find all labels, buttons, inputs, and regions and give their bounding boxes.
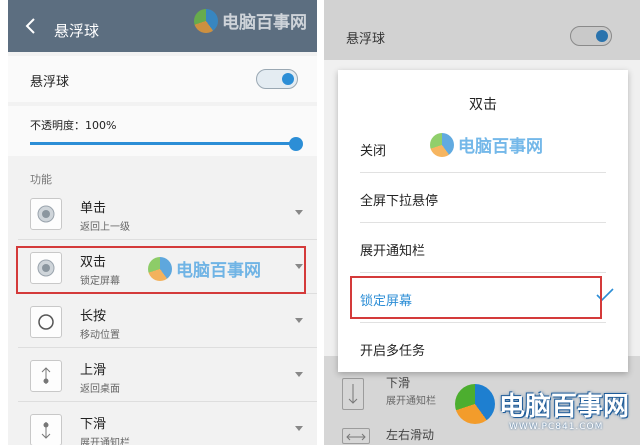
dropdown-caret-icon[interactable] (295, 210, 303, 215)
swipe-down-icon (342, 378, 364, 410)
page-title: 悬浮球 (54, 22, 100, 40)
function-subtitle: 移动位置 (80, 330, 120, 341)
function-subtitle: 返回桌面 (80, 384, 120, 395)
brand-logo-icon (455, 384, 495, 424)
dropdown-caret-icon[interactable] (295, 426, 303, 431)
left-settings-panel: 悬浮球 悬浮球 不透明度：100% 功能 单击 返回上一级 双击 锁定屏幕 长按… (8, 0, 317, 445)
brand-logo-icon (430, 132, 454, 157)
watermark-brand: 电脑百事网 (499, 391, 630, 422)
dropdown-caret-icon[interactable] (295, 318, 303, 323)
float-ball-row[interactable]: 悬浮球 (8, 56, 317, 102)
function-title: 长按 (80, 309, 107, 324)
function-subtitle: 展开通知栏 (80, 438, 130, 445)
watermark-url: WWW.PC841.COM (509, 422, 604, 432)
float-ball-label: 悬浮球 (346, 32, 386, 47)
toggle-knob (596, 30, 608, 42)
divider (360, 272, 606, 273)
float-ball-label: 悬浮球 (30, 75, 70, 90)
opacity-slider-track[interactable] (30, 142, 294, 145)
watermark-brand: 电脑百事网 (176, 261, 261, 281)
option-multitask[interactable]: 开启多任务 (360, 340, 600, 359)
function-title: 单击 (80, 201, 107, 216)
float-ball-toggle[interactable] (256, 69, 298, 89)
back-arrow-icon[interactable] (22, 17, 40, 35)
brand-logo-icon (148, 256, 172, 281)
watermark-brand: 电脑百事网 (458, 137, 543, 157)
swipe-down-icon (30, 414, 62, 445)
option-expand-notifications[interactable]: 展开通知栏 (360, 240, 600, 259)
watermark-logo: 电脑百事网 (430, 132, 543, 157)
double-tap-dialog: 双击 关闭 全屏下拉悬停 展开通知栏 锁定屏幕 开启多任务 电脑百事网 (338, 70, 628, 372)
dot-circle-icon (30, 198, 62, 230)
function-row-long-press[interactable]: 长按 移动位置 (18, 298, 317, 348)
circle-icon (30, 306, 62, 338)
function-title: 下滑 (80, 417, 107, 432)
background-subtitle: 展开通知栏 (386, 396, 436, 407)
watermark-logo-top: 电脑百事网 (194, 8, 307, 33)
option-fullscreen-pulldown[interactable]: 全屏下拉悬停 (360, 190, 600, 209)
swipe-horizontal-icon (342, 428, 370, 444)
float-ball-toggle[interactable] (570, 26, 612, 46)
watermark-logo: 电脑百事网 (148, 256, 261, 281)
highlight-box-lock-screen (350, 276, 602, 319)
divider (360, 172, 606, 173)
section-label-functions: 功能 (30, 173, 52, 186)
divider (360, 222, 606, 223)
right-dialog-panel: 悬浮球 下滑 展开通知栏 左右滑动 双击 关闭 全屏下拉悬停 展开通知栏 锁定屏… (324, 0, 640, 445)
function-row-single-tap[interactable]: 单击 返回上一级 (18, 190, 317, 240)
function-title: 上滑 (80, 363, 107, 378)
opacity-slider-thumb[interactable] (289, 137, 303, 151)
opacity-label: 不透明度：100% (30, 119, 117, 132)
dialog-title: 双击 (469, 97, 497, 113)
background-title: 左右滑动 (386, 428, 435, 442)
background-title: 下滑 (386, 376, 411, 390)
function-row-swipe-up[interactable]: 上滑 返回桌面 (18, 352, 317, 402)
dimmed-header: 悬浮球 (324, 0, 640, 60)
corner-watermark: 电脑百事网 WWW.PC841.COM (455, 384, 630, 432)
function-row-swipe-down[interactable]: 下滑 展开通知栏 (18, 406, 317, 445)
divider (360, 322, 606, 323)
brand-logo-icon (194, 8, 218, 33)
watermark-brand: 电脑百事网 (222, 13, 307, 33)
swipe-up-icon (30, 360, 62, 392)
toggle-knob (282, 73, 294, 85)
dropdown-caret-icon[interactable] (295, 372, 303, 377)
function-subtitle: 返回上一级 (80, 222, 130, 233)
